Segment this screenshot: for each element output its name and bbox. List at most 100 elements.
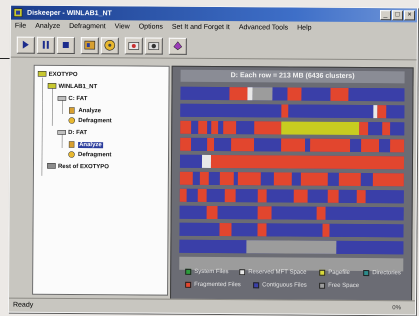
cluster-segment <box>202 154 212 168</box>
tree-item-label: WINLAB1_NT <box>58 83 98 90</box>
tree-item-label: EXOTYPO <box>48 71 78 78</box>
menu-options[interactable]: Options <box>139 23 163 30</box>
tree-item-d-defragment[interactable]: Defragment <box>67 150 111 159</box>
tree-item-label: Rest of EXOTYPO <box>57 163 109 170</box>
cluster-segment <box>219 223 232 237</box>
cluster-segment <box>379 139 391 153</box>
app-window: Diskeeper - WINLAB1_NT _ □ × File Analyz… <box>7 4 419 316</box>
cluster-segment <box>213 138 232 152</box>
tree-item-winlab1-nt[interactable]: WINLAB1_NT <box>47 82 97 91</box>
cluster-segment <box>338 172 362 187</box>
menu-analyze[interactable]: Analyze <box>35 23 60 30</box>
cluster-segment <box>217 206 259 220</box>
tree-item-c-drive[interactable]: C: FAT <box>57 94 87 103</box>
cluster-segment <box>198 120 208 134</box>
cluster-segment <box>211 154 404 170</box>
cluster-segment <box>381 122 391 136</box>
cluster-segment <box>350 138 362 153</box>
tree-item-rest-of-exotypo[interactable]: Rest of EXOTYPO <box>47 162 109 171</box>
cluster-segment <box>179 239 247 254</box>
cluster-segment <box>206 188 225 203</box>
cluster-segment <box>271 206 317 220</box>
tree-item-d-analyze[interactable]: Analyze <box>67 140 103 149</box>
legend-swatch <box>185 281 192 288</box>
cluster-segment <box>236 121 255 135</box>
cluster-segment <box>377 105 387 119</box>
minimize-button[interactable]: _ <box>379 10 392 21</box>
cluster-segment <box>330 87 349 101</box>
cluster-map-header: D: Each row = 213 MB (6436 clusters) <box>180 69 405 84</box>
menu-view[interactable]: View <box>115 23 130 30</box>
legend-label: System Files <box>194 268 229 276</box>
tree-item-c-analyze[interactable]: Analyze <box>67 106 101 115</box>
drive-icon <box>57 130 67 135</box>
legend-item-contiguous-files: Contiguous Files <box>253 282 307 289</box>
cluster-segment <box>220 172 234 186</box>
cluster-segment <box>316 206 326 220</box>
cluster-segment <box>180 86 230 101</box>
cluster-segment <box>206 205 218 220</box>
tree-item-c-defragment[interactable]: Defragment <box>67 116 112 125</box>
maximize-button[interactable]: □ <box>391 10 404 21</box>
pause-button[interactable] <box>36 36 55 54</box>
analyze-button[interactable] <box>80 36 99 54</box>
legend-label: Fragmented Files <box>194 281 241 289</box>
cluster-segment <box>356 190 366 204</box>
cluster-segment <box>238 172 261 186</box>
cluster-segment <box>273 172 292 186</box>
cluster-row <box>179 154 405 170</box>
cluster-segment <box>368 122 382 136</box>
cluster-segment <box>260 172 274 186</box>
menu-defragment[interactable]: Defragment <box>69 23 106 30</box>
legend-label: Pagefile <box>328 269 350 276</box>
cluster-segment <box>390 139 405 153</box>
cluster-segment <box>291 172 301 186</box>
cluster-segment <box>252 87 273 101</box>
defragment-icon <box>68 117 76 124</box>
cluster-segment <box>287 104 374 119</box>
cluster-segment <box>179 171 194 185</box>
help-button[interactable] <box>168 37 187 55</box>
cluster-segment <box>372 173 404 187</box>
cluster-segment <box>179 205 207 219</box>
cluster-segment <box>180 120 192 134</box>
stop-button[interactable] <box>56 36 75 54</box>
toolbar <box>10 32 417 61</box>
play-button[interactable] <box>16 36 35 54</box>
legend-swatch <box>253 282 260 289</box>
cluster-segment <box>280 138 306 152</box>
cluster-segment <box>365 190 404 204</box>
computer-icon <box>37 70 47 77</box>
menu-set-it-and-forget-it[interactable]: Set It and Forget It <box>172 24 230 31</box>
cluster-segment <box>301 87 331 101</box>
cluster-segment <box>235 189 259 203</box>
cluster-segment <box>257 206 272 220</box>
close-button[interactable]: × <box>403 10 416 21</box>
app-icon <box>13 8 23 17</box>
cluster-segment <box>359 122 369 136</box>
options-icon <box>128 42 140 50</box>
cluster-segment <box>287 87 302 101</box>
menu-help[interactable]: Help <box>297 25 311 32</box>
menu-file[interactable]: File <box>15 23 26 30</box>
menu-advanced-tools[interactable]: Advanced Tools <box>239 24 288 31</box>
legend-item-system-files: System Files <box>185 268 229 276</box>
cluster-segment <box>231 138 255 152</box>
cluster-segment <box>179 154 203 168</box>
legend-item-directories: Directories <box>363 270 401 276</box>
cluster-segment <box>230 223 258 237</box>
cluster-segment <box>224 189 236 203</box>
options-button[interactable] <box>124 36 143 55</box>
analyze-icon <box>69 107 75 114</box>
tree-item-d-drive[interactable]: D: FAT <box>57 128 87 137</box>
cluster-segment <box>336 240 404 255</box>
cluster-segment <box>229 87 248 101</box>
cluster-segment <box>254 121 282 135</box>
defragment-button[interactable] <box>100 36 119 54</box>
tree-item-label: C: FAT <box>68 95 88 102</box>
schedule-button[interactable] <box>144 37 163 55</box>
cluster-segment <box>327 189 339 203</box>
window-title: Diskeeper - WINLAB1_NT <box>26 9 112 17</box>
legend-label: Contiguous Files <box>262 282 307 289</box>
tree-item-exotypo[interactable]: EXOTYPO <box>37 70 78 79</box>
